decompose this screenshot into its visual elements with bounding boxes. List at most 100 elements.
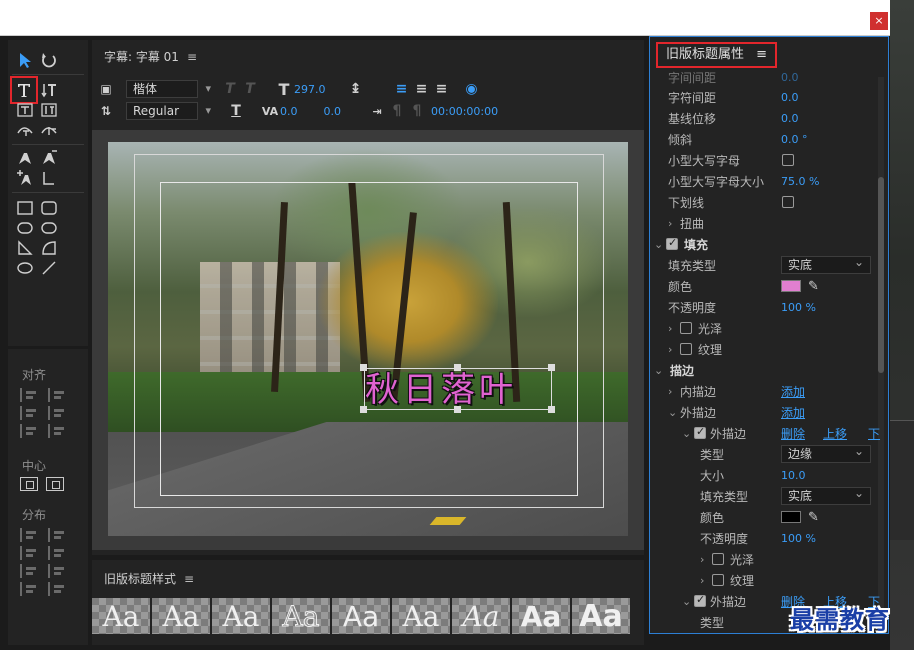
tab-icon[interactable]: ⇥ bbox=[367, 105, 387, 118]
add-inner-stroke-link[interactable]: 添加 bbox=[781, 383, 805, 400]
vertical-area-type-tool-icon[interactable] bbox=[38, 100, 60, 120]
style-swatch[interactable]: Aa bbox=[392, 598, 450, 634]
underline-checkbox[interactable] bbox=[782, 196, 794, 208]
eyedropper-icon[interactable]: ✎ bbox=[808, 279, 819, 294]
prop-row[interactable]: › 光泽 bbox=[700, 549, 888, 569]
panel-menu-icon[interactable]: ≡ bbox=[187, 50, 197, 64]
wedge-tool-icon[interactable] bbox=[14, 238, 36, 258]
delete-stroke-link[interactable]: 删除 bbox=[781, 425, 805, 442]
rotation-tool-icon[interactable] bbox=[38, 50, 60, 70]
stroke-section-header[interactable]: ⌄ 描边 bbox=[654, 360, 884, 380]
font-size-value[interactable]: 297.0 bbox=[294, 83, 326, 96]
clipped-corner-rectangle-tool-icon[interactable] bbox=[14, 218, 36, 238]
align-left-icon[interactable] bbox=[20, 388, 38, 402]
center-horizontal-icon[interactable] bbox=[20, 477, 38, 491]
style-swatch[interactable]: Aa bbox=[572, 598, 630, 634]
stroke-type-select[interactable]: 边缘 bbox=[781, 443, 871, 463]
chevron-down-icon[interactable]: ⌄ bbox=[654, 364, 666, 377]
align-left-text-icon[interactable]: ≡ bbox=[392, 81, 412, 97]
vertical-type-tool-icon[interactable] bbox=[38, 80, 60, 100]
path-type-tool-icon[interactable] bbox=[14, 120, 36, 140]
small-caps-checkbox[interactable] bbox=[782, 154, 794, 166]
ellipse-tool-icon[interactable] bbox=[14, 258, 36, 278]
styles-menu-icon[interactable]: ≡ bbox=[184, 572, 194, 586]
style-swatch[interactable]: Aa bbox=[92, 598, 150, 634]
texture-checkbox[interactable] bbox=[680, 343, 692, 355]
move-up-stroke-link[interactable]: 上移 bbox=[823, 425, 847, 442]
leading-value[interactable]: 0.0 bbox=[324, 105, 342, 118]
background-video-icon[interactable]: ▣ bbox=[96, 82, 116, 96]
move-down-stroke-link[interactable]: 下 bbox=[868, 425, 880, 442]
add-outer-stroke-link[interactable]: 添加 bbox=[781, 404, 805, 421]
chevron-down-icon[interactable]: ⌄ bbox=[668, 406, 680, 419]
fill-section-header[interactable]: ⌄ 填充 bbox=[654, 234, 884, 254]
align-right-text-icon[interactable]: ≡ bbox=[432, 81, 452, 97]
distribute-top-icon[interactable] bbox=[48, 528, 66, 542]
close-button[interactable]: × bbox=[870, 12, 888, 30]
style-swatch[interactable]: Aa bbox=[332, 598, 390, 634]
font-style-select[interactable]: Regular bbox=[126, 102, 211, 120]
prop-value[interactable]: 75.0 % bbox=[781, 175, 819, 188]
prop-row[interactable]: › 光泽 bbox=[668, 318, 888, 338]
area-type-tool-icon[interactable] bbox=[14, 100, 36, 120]
align-top-icon[interactable] bbox=[48, 388, 66, 402]
prop-value[interactable]: 0.0 bbox=[781, 71, 799, 84]
style-swatch[interactable]: Aa bbox=[212, 598, 270, 634]
style-swatch[interactable]: Aa bbox=[512, 598, 570, 634]
stroke-color-swatch[interactable] bbox=[781, 511, 801, 523]
selection-handle[interactable] bbox=[454, 406, 461, 413]
rounded-rectangle-tool-icon[interactable] bbox=[38, 198, 60, 218]
distribute-bottom-icon[interactable] bbox=[48, 564, 66, 578]
stroke-fill-type-select[interactable]: 实底 bbox=[781, 485, 871, 505]
chevron-right-icon[interactable]: › bbox=[700, 553, 712, 566]
tab-stops-icon[interactable]: ⇅ bbox=[96, 104, 116, 118]
fill-color-swatch[interactable] bbox=[781, 280, 801, 292]
style-swatch[interactable]: Aa bbox=[452, 598, 510, 634]
convert-anchor-tool-icon[interactable] bbox=[38, 168, 60, 188]
italic-icon[interactable]: T bbox=[240, 81, 260, 97]
prop-value[interactable]: 100 % bbox=[781, 532, 816, 545]
distribute-vcenter-icon[interactable] bbox=[48, 546, 66, 560]
prop-value[interactable]: 0.0 bbox=[781, 112, 799, 125]
align-hcenter-icon[interactable] bbox=[20, 406, 38, 420]
sheen-checkbox[interactable] bbox=[680, 322, 692, 334]
prop-row[interactable]: › 纹理 bbox=[668, 339, 888, 359]
distribute-hspace-icon[interactable] bbox=[20, 582, 38, 596]
distribute-right-icon[interactable] bbox=[20, 564, 38, 578]
style-swatch[interactable]: Aa bbox=[272, 598, 330, 634]
selection-handle[interactable] bbox=[548, 406, 555, 413]
prop-value[interactable]: 100 % bbox=[781, 301, 816, 314]
chevron-right-icon[interactable]: › bbox=[668, 322, 680, 335]
vertical-path-type-tool-icon[interactable] bbox=[38, 120, 60, 140]
line-tool-icon[interactable] bbox=[38, 258, 60, 278]
arc-tool-icon[interactable] bbox=[38, 238, 60, 258]
delete-anchor-tool-icon[interactable] bbox=[38, 148, 60, 168]
align-bottom-icon[interactable] bbox=[48, 424, 66, 438]
tab-left-icon[interactable]: ¶ bbox=[387, 103, 407, 119]
chevron-down-icon[interactable]: ⌄ bbox=[682, 595, 694, 608]
chevron-right-icon[interactable]: › bbox=[668, 385, 680, 398]
font-family-select[interactable]: 楷体 bbox=[126, 80, 211, 98]
timecode-value[interactable]: 00:00:00:00 bbox=[431, 105, 498, 118]
chevron-down-icon[interactable]: ⌄ bbox=[654, 238, 666, 251]
center-vertical-icon[interactable] bbox=[46, 477, 64, 491]
selection-handle[interactable] bbox=[454, 364, 461, 371]
fill-checkbox[interactable] bbox=[666, 236, 678, 250]
bold-icon[interactable]: T bbox=[220, 81, 240, 97]
rounded-corner-rectangle-tool-icon[interactable] bbox=[38, 218, 60, 238]
distribute-vspace-icon[interactable] bbox=[48, 582, 66, 596]
outer-stroke-2-checkbox[interactable] bbox=[694, 593, 706, 607]
selection-handle[interactable] bbox=[360, 406, 367, 413]
type-tool-icon[interactable] bbox=[10, 76, 38, 104]
underline-icon[interactable]: T bbox=[226, 103, 246, 119]
prop-value[interactable]: 10.0 bbox=[781, 469, 806, 482]
chevron-right-icon[interactable]: › bbox=[668, 343, 680, 356]
fill-type-select[interactable]: 实底 bbox=[781, 254, 871, 274]
stroke-texture-checkbox[interactable] bbox=[712, 574, 724, 586]
prop-row[interactable]: › 扭曲 bbox=[668, 213, 888, 233]
prop-value[interactable]: 0.0 bbox=[781, 91, 799, 104]
distribute-hcenter-icon[interactable] bbox=[20, 546, 38, 560]
align-vcenter-icon[interactable] bbox=[48, 406, 66, 420]
properties-menu-icon[interactable]: ≡ bbox=[756, 47, 767, 62]
align-right-icon[interactable] bbox=[20, 424, 38, 438]
